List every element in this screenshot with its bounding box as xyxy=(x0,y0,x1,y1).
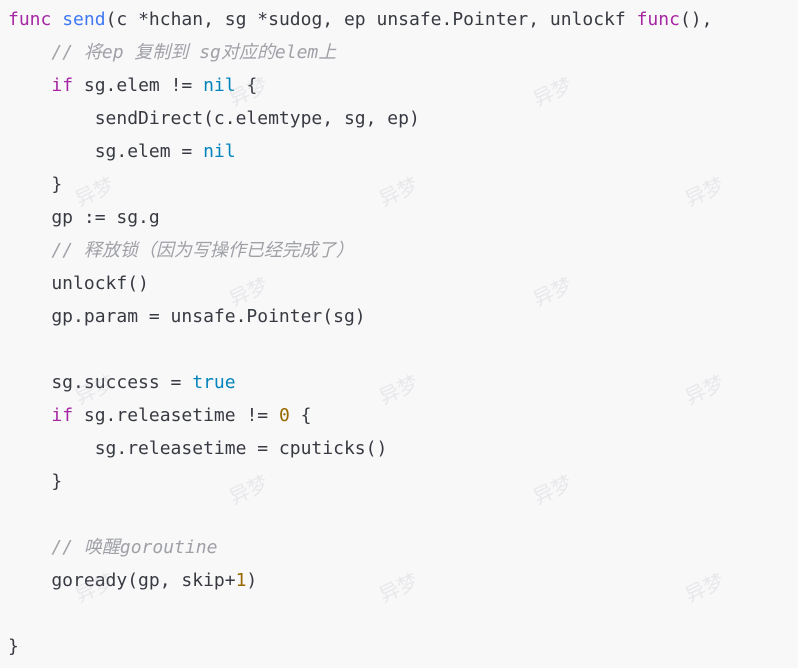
code-comment: // 将ep 复制到 sg对应的elem上 xyxy=(51,42,337,63)
code-line: if sg.releasetime != 0 { xyxy=(8,399,311,432)
code-comment: // 唤醒goroutine xyxy=(51,537,218,558)
code-line: func send(c *hchan, sg *sudog, ep unsafe… xyxy=(8,3,712,36)
code-token: { xyxy=(235,75,258,96)
code-line: } xyxy=(8,168,62,201)
code-line: // 释放锁（因为写操作已经完成了） xyxy=(8,234,354,267)
code-block: func send(c *hchan, sg *sudog, ep unsafe… xyxy=(0,0,798,668)
watermark-text: 异梦 xyxy=(681,568,728,608)
watermark-text: 异梦 xyxy=(529,470,576,510)
code-line: // 将ep 复制到 sg对应的elem上 xyxy=(8,36,336,69)
code-keyword: if xyxy=(51,75,74,96)
code-token: (), xyxy=(679,9,713,30)
code-line: sendDirect(c.elemtype, sg, ep) xyxy=(8,102,420,135)
watermark-text: 异梦 xyxy=(375,568,422,608)
code-keyword: func xyxy=(636,9,680,30)
code-token: sg.success = xyxy=(8,372,193,393)
code-token: } xyxy=(8,471,63,492)
code-constant: nil xyxy=(203,75,236,96)
code-line: sg.releasetime = cputicks() xyxy=(8,432,388,465)
code-token: (c *hchan, sg *sudog, ep unsafe.Pointer,… xyxy=(105,9,637,30)
code-line: sg.elem = nil xyxy=(8,135,236,168)
code-line: gp.param = unsafe.Pointer(sg) xyxy=(8,300,366,333)
code-function-name: send xyxy=(62,9,106,30)
code-line: goready(gp, skip+1) xyxy=(8,564,257,597)
watermark-text: 异梦 xyxy=(375,172,422,212)
code-keyword: if xyxy=(51,405,74,426)
code-token: gp := sg.g xyxy=(8,207,160,228)
code-keyword: func xyxy=(8,9,52,30)
watermark-text: 异梦 xyxy=(225,470,272,510)
watermark-text: 异梦 xyxy=(681,370,728,410)
code-line: } xyxy=(8,630,19,663)
code-number: 0 xyxy=(278,405,290,426)
watermark-text: 异梦 xyxy=(529,272,576,312)
code-token: } xyxy=(8,636,19,657)
code-line: // 唤醒goroutine xyxy=(8,531,217,564)
code-token: unlockf() xyxy=(8,273,149,294)
code-line: } xyxy=(8,465,62,498)
code-token: sendDirect(c.elemtype, sg, ep) xyxy=(8,108,420,129)
code-token: { xyxy=(289,405,312,426)
code-token: sg.elem = xyxy=(8,141,204,162)
watermark-text: 异梦 xyxy=(681,172,728,212)
code-token: sg.releasetime = cputicks() xyxy=(8,438,388,459)
code-token: gp.param = unsafe.Pointer(sg) xyxy=(8,306,366,327)
code-token: sg.releasetime != xyxy=(73,405,279,426)
code-line: unlockf() xyxy=(8,267,149,300)
code-comment: // 释放锁（因为写操作已经完成了） xyxy=(51,240,354,261)
code-constant: nil xyxy=(203,141,236,162)
watermark-text: 异梦 xyxy=(375,370,422,410)
code-line: if sg.elem != nil { xyxy=(8,69,257,102)
code-number: 1 xyxy=(235,570,247,591)
code-line: gp := sg.g xyxy=(8,201,160,234)
code-constant: true xyxy=(192,372,236,393)
code-token: goready(gp, skip+ xyxy=(8,570,236,591)
code-token: ) xyxy=(246,570,258,591)
code-token: } xyxy=(8,174,63,195)
watermark-text: 异梦 xyxy=(529,72,576,112)
code-line: sg.success = true xyxy=(8,366,236,399)
code-token: sg.elem != xyxy=(73,75,204,96)
